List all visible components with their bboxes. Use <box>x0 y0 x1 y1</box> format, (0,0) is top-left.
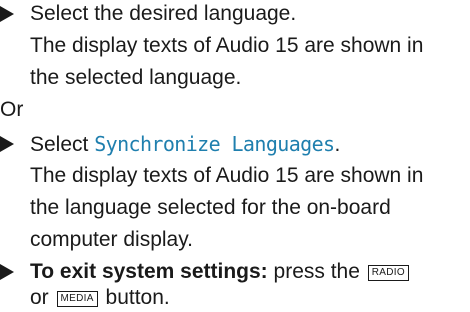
step-3-or: or <box>30 286 55 309</box>
step-1-result-line-2: the selected language. <box>30 66 242 89</box>
step-3-line-2: or MEDIA button. <box>30 284 170 312</box>
step-3-instruction: To exit system settings: press the RADIO <box>30 258 411 286</box>
instruction-page: Select the desired language. The display… <box>0 0 470 310</box>
step-3-text: press the <box>267 260 366 283</box>
exit-settings-label: To exit system settings: <box>30 260 268 283</box>
step-2-result-line-3: computer display. <box>30 228 194 251</box>
step-arrow-icon <box>0 6 14 22</box>
radio-button-key: RADIO <box>367 265 409 281</box>
synchronize-languages-display-text: Synchronize Languages <box>94 132 335 156</box>
media-button-key: MEDIA <box>56 291 98 307</box>
step-arrow-icon <box>0 136 14 152</box>
or-separator: Or <box>0 98 24 121</box>
step-2-instruction: Select Synchronize Languages. <box>30 130 340 159</box>
step-2-result-line-1: The display texts of Audio 15 are shown … <box>30 164 424 187</box>
step-2-result-line-2: the language selected for the on-board <box>30 196 391 219</box>
step-3-suffix: button. <box>99 286 170 309</box>
step-2-prefix: Select <box>30 133 95 156</box>
step-2-suffix: . <box>334 133 341 156</box>
step-arrow-icon <box>0 264 14 280</box>
step-1-result-line-1: The display texts of Audio 15 are shown … <box>30 34 424 57</box>
step-1-instruction: Select the desired language. <box>30 2 297 25</box>
